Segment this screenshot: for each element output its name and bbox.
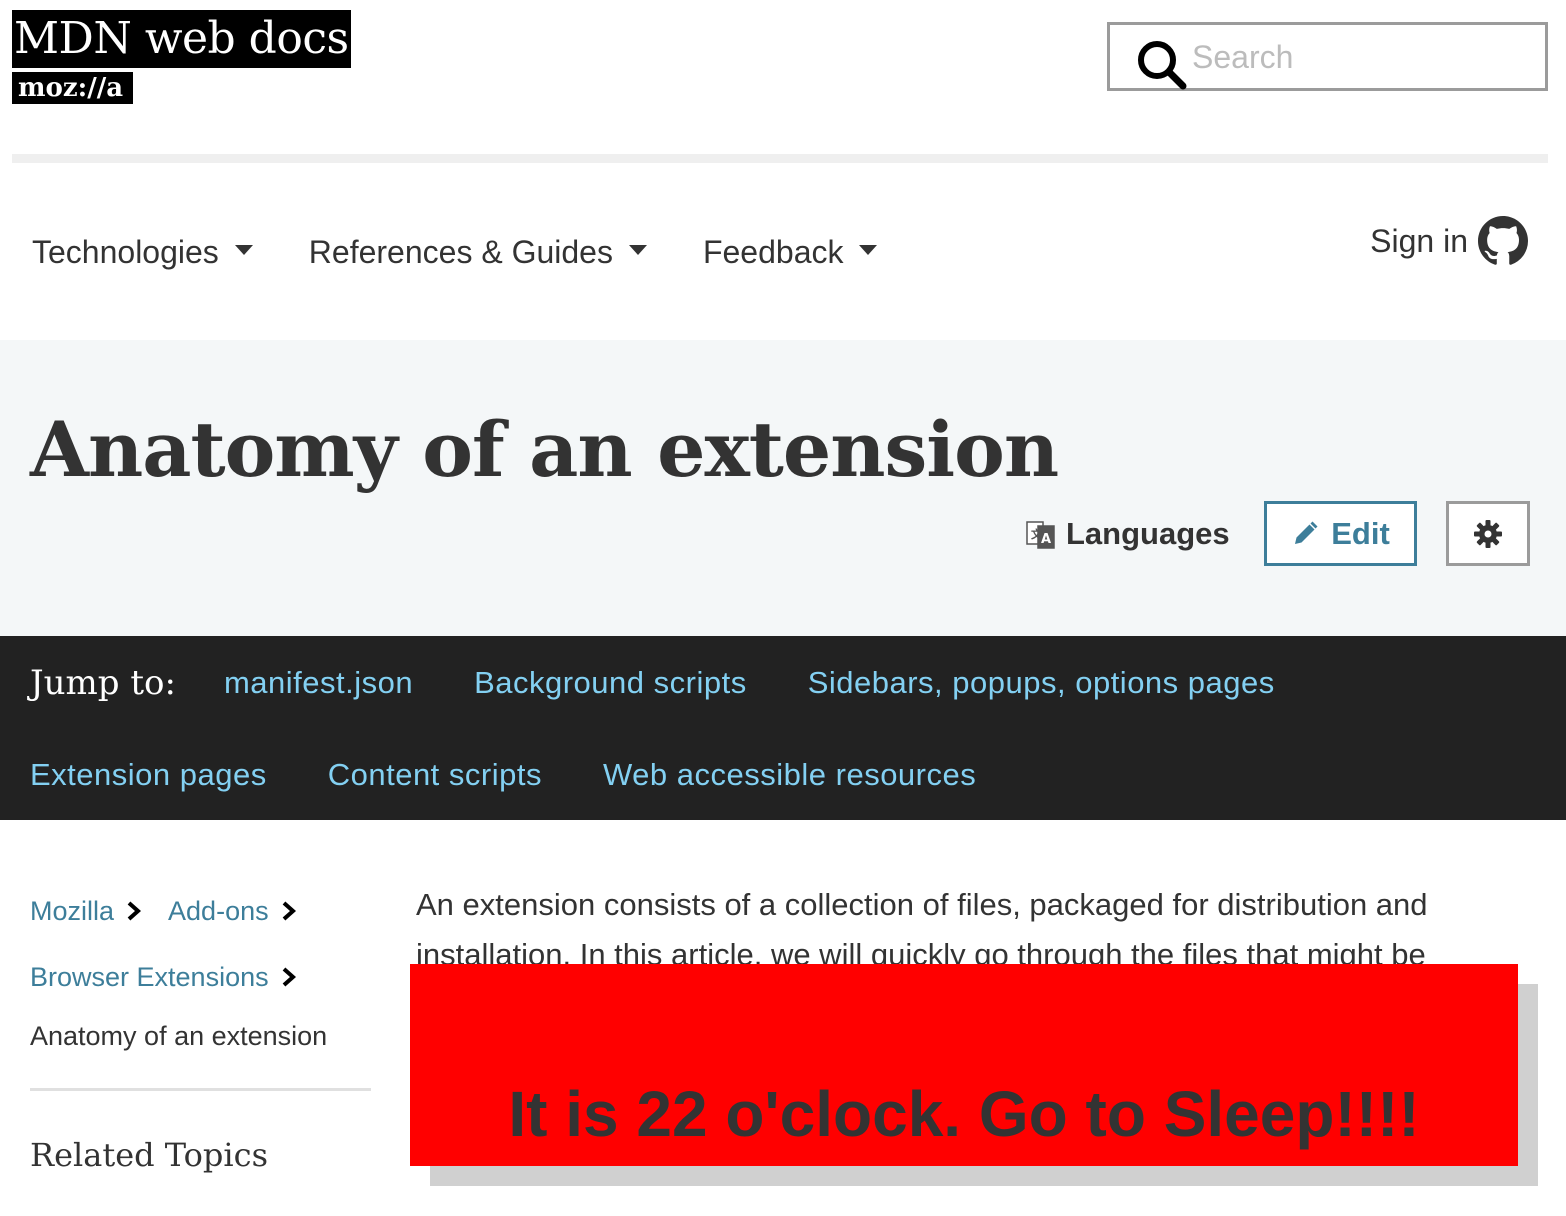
svg-text:A: A: [1041, 532, 1051, 547]
title-band: Anatomy of an extension 文 A Languages Ed…: [0, 340, 1566, 636]
header-divider: [12, 154, 1548, 163]
jump-link-web-accessible-resources[interactable]: Web accessible resources: [603, 757, 976, 793]
jump-to-label: Jump to:: [30, 663, 176, 703]
jump-link-extension-pages[interactable]: Extension pages: [30, 757, 267, 793]
jump-link-manifest-json[interactable]: manifest.json: [224, 665, 413, 701]
nav-technologies[interactable]: Technologies: [32, 234, 253, 271]
languages-label: Languages: [1066, 516, 1230, 551]
main-nav: Technologies References & Guides Feedbac…: [32, 226, 933, 278]
settings-button[interactable]: [1446, 501, 1530, 566]
sign-in-link[interactable]: Sign in: [1370, 216, 1528, 266]
search-input[interactable]: [1192, 35, 1532, 79]
breadcrumb-add-ons[interactable]: Add-ons: [168, 896, 269, 927]
breadcrumb-row: Mozilla Add-ons: [30, 888, 390, 934]
caret-down-icon: [859, 245, 878, 255]
languages-button[interactable]: 文 A Languages: [1026, 516, 1230, 552]
breadcrumb-row: Browser Extensions: [30, 954, 390, 1000]
sleep-reminder-overlay[interactable]: It is 22 o'clock. Go to Sleep!!!!: [410, 964, 1518, 1166]
edit-label: Edit: [1331, 515, 1390, 551]
breadcrumb-current: Anatomy of an extension: [30, 1021, 328, 1051]
mdn-logo[interactable]: MDN web docs moz://a: [12, 10, 351, 104]
sidebar-divider: [30, 1088, 371, 1091]
breadcrumb-browser-extensions[interactable]: Browser Extensions: [30, 962, 269, 993]
logo-text: MDN web docs: [12, 10, 351, 68]
sleep-reminder-message: It is 22 o'clock. Go to Sleep!!!!: [508, 1078, 1420, 1150]
breadcrumb: Mozilla Add-ons Browser Extensions: [30, 888, 390, 1020]
nav-references-guides[interactable]: References & Guides: [309, 234, 647, 271]
chevron-right-icon: [282, 901, 296, 921]
jump-link-background-scripts[interactable]: Background scripts: [474, 665, 747, 701]
pencil-icon: [1295, 521, 1318, 544]
gear-icon: [1474, 519, 1502, 548]
jump-link-sidebars-popups-options[interactable]: Sidebars, popups, options pages: [808, 665, 1275, 701]
nav-technologies-label: Technologies: [32, 233, 219, 270]
page-title: Anatomy of an extension: [30, 405, 1059, 494]
jump-link-content-scripts[interactable]: Content scripts: [328, 757, 542, 793]
breadcrumb-mozilla[interactable]: Mozilla: [30, 896, 114, 927]
translate-icon: 文 A: [1026, 521, 1055, 549]
jump-to-bar: Jump to: manifest.json Background script…: [0, 636, 1566, 820]
chevron-right-icon: [127, 901, 142, 921]
jump-row: Extension pages Content scripts Web acce…: [30, 750, 1037, 800]
caret-down-icon: [234, 245, 253, 255]
related-topics-heading: Related Topics: [30, 1136, 268, 1174]
search-box[interactable]: [1107, 22, 1548, 91]
chevron-right-icon: [282, 967, 296, 987]
nav-feedback-label: Feedback: [702, 233, 844, 270]
nav-references-guides-label: References & Guides: [308, 233, 613, 270]
caret-down-icon: [628, 245, 647, 255]
sign-in-label: Sign in: [1370, 222, 1468, 259]
edit-button[interactable]: Edit: [1264, 501, 1417, 566]
search-icon[interactable]: [1136, 39, 1188, 91]
github-icon: [1478, 216, 1528, 265]
jump-row: Jump to: manifest.json Background script…: [30, 658, 1336, 708]
nav-feedback[interactable]: Feedback: [703, 234, 878, 271]
mozilla-logo-text: moz://a: [12, 72, 133, 104]
